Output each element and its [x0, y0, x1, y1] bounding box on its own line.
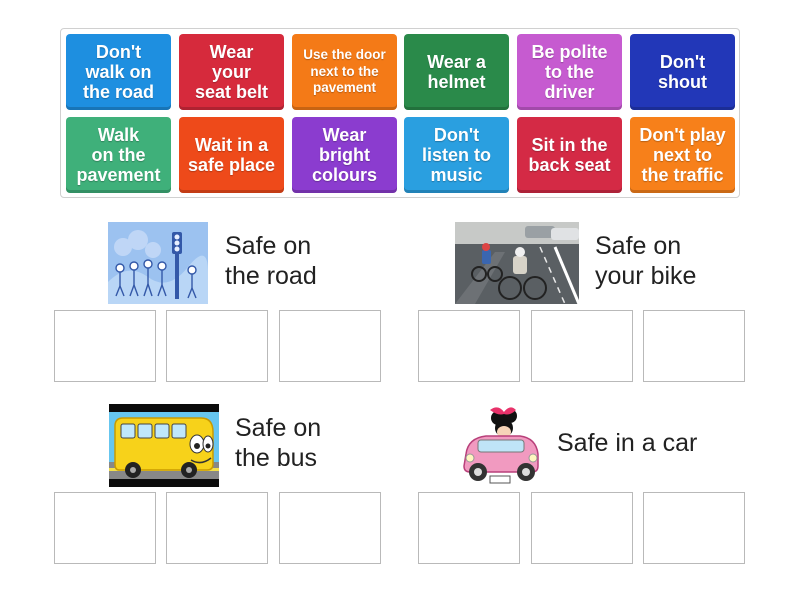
cartoon-car-icon — [458, 402, 542, 488]
drop-slot[interactable] — [531, 310, 633, 382]
drop-slot[interactable] — [418, 310, 520, 382]
answer-tile[interactable]: Don't walk on the road — [66, 34, 171, 110]
answer-tile[interactable]: Sit in the back seat — [517, 117, 622, 193]
drop-slot[interactable] — [531, 492, 633, 564]
cyclists-photo-icon — [455, 222, 581, 305]
group-title-road: Safe on the road — [225, 232, 317, 290]
pedestrian-crossing-icon — [108, 222, 208, 304]
drop-slot[interactable] — [54, 310, 156, 382]
answer-tile[interactable]: Don't shout — [630, 34, 735, 110]
answer-tile[interactable]: Wear bright colours — [292, 117, 397, 193]
drop-slot[interactable] — [643, 492, 745, 564]
answer-tile[interactable]: Use the door next to the pavement — [292, 34, 397, 110]
answer-tile[interactable]: Don't play next to the traffic — [630, 117, 735, 193]
drop-slot[interactable] — [166, 310, 268, 382]
answer-tile[interactable]: Be polite to the driver — [517, 34, 622, 110]
drop-slot[interactable] — [279, 310, 381, 382]
tile-bank: Don't walk on the road Wear your seat be… — [60, 28, 740, 198]
answer-tile[interactable]: Wait in a safe place — [179, 117, 284, 193]
answer-tile[interactable]: Walk on the pavement — [66, 117, 171, 193]
group-title-car: Safe in a car — [557, 429, 698, 457]
drop-slot[interactable] — [279, 492, 381, 564]
drop-slot[interactable] — [643, 310, 745, 382]
answer-tile[interactable]: Don't listen to music — [404, 117, 509, 193]
cartoon-bus-icon — [109, 404, 219, 487]
answer-tile[interactable]: Wear a helmet — [404, 34, 509, 110]
drop-slot[interactable] — [54, 492, 156, 564]
drop-slot[interactable] — [166, 492, 268, 564]
group-title-bus: Safe on the bus — [235, 414, 322, 472]
drop-slot[interactable] — [418, 492, 520, 564]
answer-tile[interactable]: Wear your seat belt — [179, 34, 284, 110]
group-title-bike: Safe on your bike — [595, 232, 697, 290]
